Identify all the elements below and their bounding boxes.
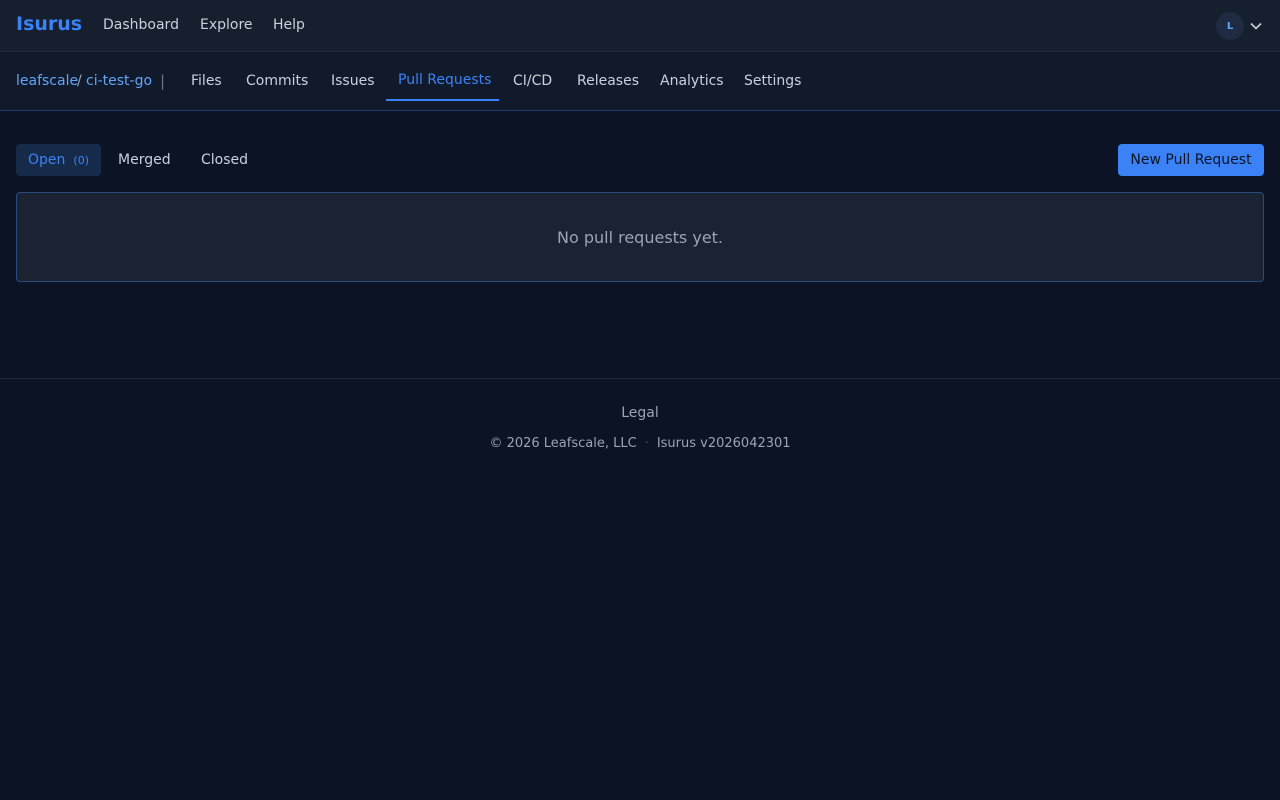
filter-open-label: Open [28, 152, 66, 168]
footer-divider [0, 378, 1280, 379]
tab-issues[interactable]: Issues [331, 73, 375, 89]
nav-dashboard-link[interactable]: Dashboard [103, 17, 179, 33]
nav-help-link[interactable]: Help [273, 17, 305, 33]
user-avatar[interactable]: L [1216, 12, 1244, 40]
new-pull-request-button[interactable]: New Pull Request [1118, 144, 1264, 176]
filter-closed[interactable]: Closed [189, 144, 260, 176]
empty-state: No pull requests yet. [16, 192, 1264, 282]
nav-explore-link[interactable]: Explore [200, 17, 253, 33]
tab-commits[interactable]: Commits [246, 73, 308, 89]
top-navigation-bar: Isurus Dashboard Explore Help L [0, 0, 1280, 52]
filter-merged[interactable]: Merged [106, 144, 183, 176]
footer-legal-link[interactable]: Legal [0, 405, 1280, 421]
filter-open-count: (0) [73, 153, 89, 167]
brand-logo[interactable]: Isurus [16, 13, 82, 35]
footer-dot: · [644, 436, 649, 451]
repo-navigation-bar: leafscale / ci-test-go | Files Commits I… [0, 53, 1280, 111]
breadcrumb-divider: | [160, 72, 166, 90]
tab-files[interactable]: Files [191, 73, 222, 89]
tab-pull-requests[interactable]: Pull Requests [398, 72, 491, 88]
tab-releases[interactable]: Releases [577, 73, 639, 89]
tab-settings[interactable]: Settings [744, 73, 801, 89]
tab-ci-cd[interactable]: CI/CD [513, 73, 552, 89]
footer-copyright: © 2026 Leafscale, LLC · Isurus v2026042301 [0, 436, 1280, 451]
breadcrumb-separator: / [77, 73, 82, 89]
copyright-text: © 2026 Leafscale, LLC [489, 436, 637, 451]
empty-state-message: No pull requests yet. [556, 227, 724, 247]
chevron-down-icon[interactable] [1249, 19, 1263, 33]
tab-analytics[interactable]: Analytics [660, 73, 724, 89]
breadcrumb-repo[interactable]: ci-test-go [86, 73, 152, 89]
filter-open[interactable]: Open (0) [16, 144, 101, 176]
breadcrumb-owner[interactable]: leafscale [16, 73, 78, 89]
active-tab-indicator [386, 99, 499, 101]
version-text: Isurus v2026042301 [656, 436, 791, 451]
